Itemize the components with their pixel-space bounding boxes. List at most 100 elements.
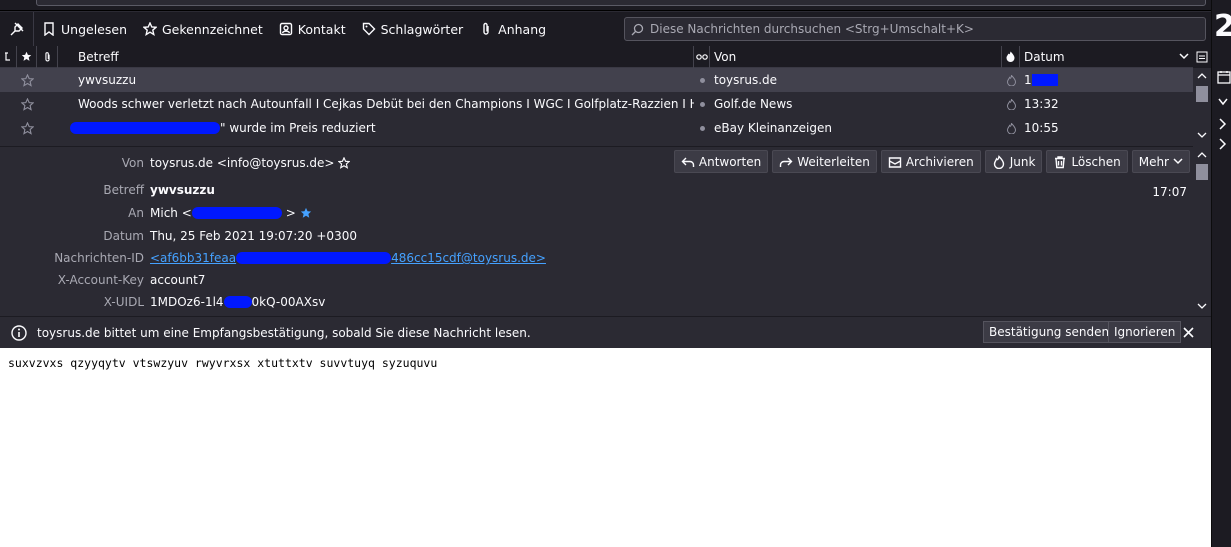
- info-icon: [11, 324, 27, 341]
- filter-unread-button[interactable]: Ungelesen: [34, 12, 135, 46]
- star-toggle[interactable]: [17, 116, 37, 140]
- reply-button[interactable]: Antworten: [673, 150, 769, 173]
- more-label: Mehr: [1138, 154, 1169, 169]
- filter-starred-button[interactable]: Gekennzeichnet: [135, 12, 271, 46]
- header-message-id-start[interactable]: <af6bb31feaa: [150, 251, 236, 265]
- star-filled-icon[interactable]: [300, 207, 312, 219]
- thread-dot: [699, 101, 705, 107]
- send-receipt-label: Bestätigung senden: [989, 325, 1110, 339]
- top-field-remnant: [36, 0, 1206, 6]
- thread-date-cell: 1: [1020, 68, 1193, 92]
- flame-icon: [1006, 51, 1015, 62]
- scroll-down-icon[interactable]: [1197, 303, 1207, 310]
- archive-label: Archivieren: [905, 154, 974, 169]
- thread-subject: Woods schwer verletzt nach Autounfall I …: [78, 97, 694, 111]
- column-starred[interactable]: [17, 45, 37, 68]
- chevron-right-icon[interactable]: [1219, 138, 1227, 150]
- column-from-label: Von: [714, 49, 737, 64]
- header-from-label: Von: [121, 156, 144, 170]
- header-uidl-label: X-UIDL: [103, 295, 144, 309]
- redaction-mark: [191, 207, 282, 219]
- thread-tree-icon: [5, 51, 10, 61]
- archive-icon: [888, 156, 902, 168]
- forward-button[interactable]: Weiterleiten: [772, 150, 877, 173]
- read-receipt-notification: toysrus.de bittet um eine Empfangsbestät…: [0, 316, 1211, 348]
- junk-toggle[interactable]: [1002, 116, 1020, 140]
- filter-contact-button[interactable]: Kontakt: [271, 12, 354, 46]
- thread-dot: [699, 77, 705, 83]
- junk-toggle[interactable]: [1002, 68, 1020, 92]
- search-placeholder: Diese Nachrichten durchsuchen <Strg+Umsc…: [650, 22, 974, 36]
- thread-date: 13:32: [1024, 97, 1059, 111]
- header-to-label: An: [128, 206, 144, 220]
- message-body-text: suxvzvxs qzyyqytv vtswzyuv rwyvrxsx xtut…: [8, 356, 438, 370]
- junk-button[interactable]: Junk: [984, 150, 1043, 173]
- star-outline-icon: [20, 121, 34, 135]
- ignore-receipt-button[interactable]: Ignorieren: [1108, 321, 1182, 343]
- filter-attachment-button[interactable]: Anhang: [471, 12, 554, 46]
- delete-label: Löschen: [1071, 154, 1121, 169]
- forward-icon: [779, 157, 793, 167]
- thread-subject: ywvsuzzu: [78, 73, 137, 87]
- header-subject-label: Betreff: [103, 183, 144, 197]
- header-from-value[interactable]: toysrus.de <info@toysrus.de>: [150, 156, 334, 170]
- thread-list: ywvsuzzu toysrus.de 1 Woods schwer verle…: [0, 68, 1193, 144]
- header-date-value: Thu, 25 Feb 2021 19:07:20 +0300: [150, 229, 357, 243]
- chevron-right-icon[interactable]: [1219, 118, 1227, 130]
- pin-filter-button[interactable]: [0, 12, 34, 46]
- header-date-label: Datum: [103, 229, 144, 243]
- header-message-id-end[interactable]: 486cc15cdf@toysrus.de>: [391, 251, 546, 265]
- thread-glasses-icon: [695, 53, 708, 60]
- scroll-down-icon[interactable]: [1197, 132, 1207, 139]
- thread-scrollbar[interactable]: [1193, 68, 1211, 144]
- delete-button[interactable]: Löschen: [1046, 150, 1128, 173]
- header-subject-row: Betreff ywvsuzzu: [0, 179, 1193, 201]
- chevron-down-icon[interactable]: [1218, 98, 1228, 106]
- star-outline-icon[interactable]: [338, 157, 351, 169]
- mail-window: Ungelesen Gekennzeichnet Kontakt Schlagw…: [0, 0, 1211, 547]
- thread-row[interactable]: ywvsuzzu toysrus.de 1: [0, 68, 1193, 92]
- column-date[interactable]: Datum: [1020, 46, 1193, 68]
- header-scrollbar[interactable]: [1193, 146, 1211, 316]
- reply-icon: [681, 157, 695, 167]
- scroll-up-icon[interactable]: [1197, 151, 1207, 158]
- filter-unread-label: Ungelesen: [61, 21, 127, 37]
- thread-subject-cell: " wurde im Preis reduziert: [58, 116, 694, 140]
- message-search-input[interactable]: Diese Nachrichten durchsuchen <Strg+Umsc…: [624, 17, 1206, 41]
- search-icon: [631, 23, 644, 35]
- filter-starred-label: Gekennzeichnet: [162, 21, 263, 37]
- header-to-prefix[interactable]: Mich <: [150, 206, 192, 220]
- junk-toggle[interactable]: [1002, 92, 1020, 116]
- trash-icon: [1055, 155, 1066, 168]
- thread-date: 10:55: [1024, 121, 1059, 135]
- more-button[interactable]: Mehr: [1131, 150, 1190, 173]
- header-account-key-label: X-Account-Key: [57, 273, 144, 287]
- archive-button[interactable]: Archivieren: [880, 150, 981, 173]
- thread-row[interactable]: Woods schwer verletzt nach Autounfall I …: [0, 92, 1193, 116]
- column-from[interactable]: Von: [710, 45, 1002, 68]
- thread-from: toysrus.de: [714, 73, 778, 87]
- send-receipt-button[interactable]: Bestätigung senden: [983, 321, 1116, 343]
- column-attachment[interactable]: [37, 45, 58, 68]
- star-toggle[interactable]: [17, 92, 37, 116]
- top-toolbar-remnant: [0, 0, 1211, 11]
- thread-row[interactable]: " wurde im Preis reduziert eBay Kleinanz…: [0, 116, 1193, 140]
- thread-column-picker[interactable]: [0, 45, 17, 68]
- header-account-key-row: X-Account-Key account7: [0, 269, 1193, 291]
- thread-scroll-thumb[interactable]: [1196, 86, 1208, 102]
- filter-tags-button[interactable]: Schlagwörter: [354, 12, 472, 46]
- close-icon[interactable]: [1183, 327, 1194, 338]
- calendar-icon[interactable]: [1217, 70, 1231, 84]
- star-toggle[interactable]: [17, 68, 37, 92]
- pin-icon: [10, 22, 23, 36]
- thread-column-menu-button[interactable]: [1193, 46, 1211, 68]
- column-thread[interactable]: [694, 45, 710, 68]
- reply-label: Antworten: [698, 154, 762, 169]
- column-junk[interactable]: [1002, 45, 1020, 68]
- header-scroll-thumb[interactable]: [1196, 164, 1208, 180]
- header-uidl-row: X-UIDL 1MDOz6-1l4 0kQ-00AXsv: [0, 291, 1193, 313]
- column-subject[interactable]: Betreff: [58, 45, 694, 68]
- header-message-id-row: Nachrichten-ID <af6bb31feaa 486cc15cdf@t…: [0, 247, 1193, 269]
- header-account-key-value: account7: [150, 273, 206, 287]
- scroll-up-icon[interactable]: [1197, 72, 1207, 79]
